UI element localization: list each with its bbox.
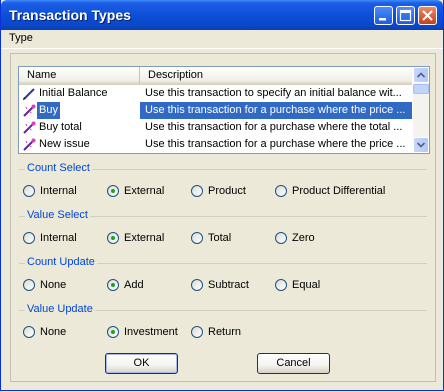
list-item-name: Buy xyxy=(37,102,60,119)
radio-circle[interactable] xyxy=(23,232,35,244)
menu-type[interactable]: Type xyxy=(9,32,33,44)
vertical-scrollbar[interactable] xyxy=(413,67,429,153)
scroll-up-button[interactable] xyxy=(413,67,429,83)
radio-label: External xyxy=(124,185,165,197)
radio-label: Investment xyxy=(124,326,178,338)
cancel-button[interactable]: Cancel xyxy=(257,353,330,374)
radio-label: Product Differential xyxy=(292,185,386,197)
radio-label: None xyxy=(40,279,67,291)
radio-label: Internal xyxy=(40,232,77,244)
list-item-description: Use this transaction to specify an initi… xyxy=(145,87,402,99)
ok-button[interactable]: OK xyxy=(105,353,178,374)
list-item-name: Buy total xyxy=(39,121,82,133)
minimize-icon xyxy=(379,18,386,21)
count-select-group: Count Select Internal External Product Produ… xyxy=(19,162,427,203)
wand-icon xyxy=(23,121,36,134)
column-name[interactable]: Name xyxy=(19,67,140,84)
radio-circle[interactable] xyxy=(275,232,287,244)
minimize-button[interactable] xyxy=(374,6,393,25)
list-item-description: Use this transaction for a purchase wher… xyxy=(145,138,406,150)
scroll-thumb[interactable] xyxy=(413,84,429,94)
radio-circle[interactable] xyxy=(107,232,119,244)
radio-label: Equal xyxy=(292,279,321,291)
radio-label: Add xyxy=(124,279,144,291)
menu-bar: Type xyxy=(1,30,443,49)
radio-label: External xyxy=(124,232,165,244)
radio-circle[interactable] xyxy=(191,232,203,244)
wand-icon xyxy=(23,104,36,117)
list-item-name: Initial Balance xyxy=(39,87,108,99)
transaction-list[interactable]: Name Description Initial Balance Use this… xyxy=(18,66,430,154)
column-description[interactable]: Description xyxy=(140,67,412,84)
maximize-icon xyxy=(399,9,412,22)
list-item[interactable]: Buy total Use this transaction for a purc… xyxy=(19,119,412,136)
radio-circle[interactable] xyxy=(275,185,287,197)
arrow-down-icon xyxy=(416,142,426,148)
value-update-group: Value Update None Investment Return xyxy=(19,303,427,344)
radio-label: Return xyxy=(208,326,242,338)
radio-circle[interactable] xyxy=(23,326,35,338)
arrow-up-icon xyxy=(416,72,426,78)
list-item-description: Use this transaction for a purchase wher… xyxy=(145,121,403,133)
radio-label: Subtract xyxy=(208,279,249,291)
radio-circle[interactable] xyxy=(107,279,119,291)
close-button[interactable] xyxy=(418,6,437,25)
value-select-title: Value Select xyxy=(25,209,90,221)
radio-circle[interactable] xyxy=(23,185,35,197)
window-title: Transaction Types xyxy=(9,7,131,23)
radio-circle[interactable] xyxy=(275,279,287,291)
scroll-down-button[interactable] xyxy=(413,137,429,153)
radio-label: Total xyxy=(208,232,232,244)
radio-label: Product xyxy=(208,185,246,197)
list-item[interactable]: New issue Use this transaction for a purc… xyxy=(19,136,412,153)
radio-circle[interactable] xyxy=(191,185,203,197)
radio-circle[interactable] xyxy=(107,326,119,338)
radio-label: None xyxy=(40,326,67,338)
radio-circle[interactable] xyxy=(23,279,35,291)
list-item-description: Use this transaction for a purchase wher… xyxy=(140,102,412,119)
title-bar[interactable]: Transaction Types xyxy=(1,0,443,30)
count-update-group: Count Update None Add Subtract Equal xyxy=(19,256,427,297)
list-item[interactable]: Initial Balance Use this transaction to s… xyxy=(19,85,412,102)
radio-label: Internal xyxy=(40,185,77,197)
dialog-window: Transaction Types Type Name Description … xyxy=(0,0,444,391)
list-item[interactable]: Buy Use this transaction for a purchase w… xyxy=(19,102,412,119)
close-icon xyxy=(422,10,433,21)
value-select-group: Value Select Internal External Total Zero xyxy=(19,209,427,250)
list-item-name: New issue xyxy=(39,138,90,150)
value-update-title: Value Update xyxy=(25,303,95,315)
radio-circle[interactable] xyxy=(191,279,203,291)
pencil-icon xyxy=(22,88,35,100)
radio-circle[interactable] xyxy=(191,326,203,338)
radio-label: Zero xyxy=(292,232,315,244)
radio-circle[interactable] xyxy=(107,185,119,197)
wand-icon xyxy=(23,138,36,151)
list-header: Name Description xyxy=(19,67,412,85)
count-update-title: Count Update xyxy=(25,256,97,268)
count-select-title: Count Select xyxy=(25,162,92,174)
maximize-button[interactable] xyxy=(396,6,415,25)
